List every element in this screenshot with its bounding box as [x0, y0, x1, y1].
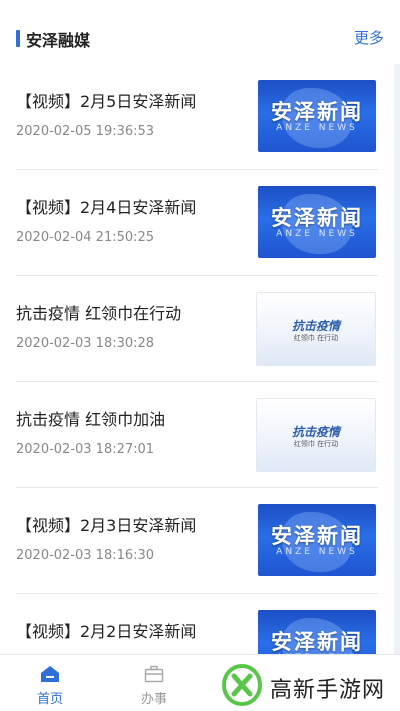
list-item[interactable]: 【视频】2月3日安泽新闻 2020-02-03 18:16:30 安泽新闻 AN…	[16, 488, 378, 594]
item-time: 2020-02-03 18:27:01	[16, 442, 155, 457]
item-title: 【视频】2月4日安泽新闻	[16, 198, 197, 217]
tab-home-label: 首页	[36, 692, 63, 707]
thumb-title: 安泽新闻	[271, 524, 363, 548]
news-thumbnail[interactable]: 安泽新闻 ANZE NEWS	[258, 80, 376, 152]
thumb-title: 安泽新闻	[271, 206, 363, 230]
tab-home[interactable]: 首页	[20, 655, 80, 711]
item-title: 抗击疫情 红领巾加油	[16, 410, 166, 429]
list-item[interactable]: 【视频】2月4日安泽新闻 2020-02-04 21:50:25 安泽新闻 AN…	[16, 170, 378, 276]
thumb-subtitle: ANZE NEWS	[276, 123, 358, 133]
home-icon	[41, 666, 59, 682]
item-time: 2020-02-05 19:36:53	[16, 124, 155, 139]
thumb-subtitle: 红领巾 在行动	[293, 334, 339, 342]
tab-services[interactable]: 办事	[124, 655, 184, 711]
thumb-subtitle: ANZE NEWS	[276, 547, 358, 557]
item-time: 2020-02-04 21:50:25	[16, 230, 155, 245]
list-item[interactable]: 【视频】2月5日安泽新闻 2020-02-05 19:36:53 安泽新闻 AN…	[16, 64, 378, 170]
news-thumbnail[interactable]: 抗击疫情 红领巾 在行动	[256, 398, 376, 472]
item-time: 2020-02-03 18:16:30	[16, 548, 155, 563]
thumb-subtitle: ANZE NEWS	[276, 229, 358, 239]
news-thumbnail[interactable]: 抗击疫情 红领巾 在行动	[256, 292, 376, 366]
thumb-title: 安泽新闻	[271, 630, 363, 654]
item-title: 抗击疫情 红领巾在行动	[16, 304, 182, 323]
section-header: 安泽融媒 更多	[0, 0, 400, 64]
item-time: 2020-02-03 18:30:28	[16, 336, 155, 351]
section-title: 安泽融媒	[26, 31, 91, 50]
watermark: 高新手游网	[218, 660, 400, 710]
watermark-text: 高新手游网	[270, 678, 386, 703]
list-item[interactable]: 抗击疫情 红领巾在行动 2020-02-03 18:30:28 抗击疫情 红领巾…	[16, 276, 378, 382]
scroll-edge	[394, 64, 400, 654]
section-accent-bar	[16, 30, 20, 47]
thumb-title: 抗击疫情	[291, 319, 340, 333]
news-thumbnail[interactable]: 安泽新闻 ANZE NEWS	[258, 186, 376, 258]
thumb-title: 抗击疫情	[291, 425, 340, 439]
more-link[interactable]: 更多	[354, 27, 384, 48]
list-item[interactable]: 抗击疫情 红领巾加油 2020-02-03 18:27:01 抗击疫情 红领巾 …	[16, 382, 378, 488]
thumb-subtitle: 红领巾 在行动	[293, 440, 339, 448]
item-title: 【视频】2月3日安泽新闻	[16, 516, 197, 535]
item-title: 【视频】2月5日安泽新闻	[16, 92, 197, 111]
briefcase-icon	[144, 665, 164, 683]
tab-services-label: 办事	[140, 692, 167, 707]
item-title: 【视频】2月2日安泽新闻	[16, 622, 197, 641]
watermark-logo-icon	[222, 664, 262, 706]
thumb-title: 安泽新闻	[271, 100, 363, 124]
news-list: 【视频】2月5日安泽新闻 2020-02-05 19:36:53 安泽新闻 AN…	[0, 64, 394, 700]
news-thumbnail[interactable]: 安泽新闻 ANZE NEWS	[258, 504, 376, 576]
